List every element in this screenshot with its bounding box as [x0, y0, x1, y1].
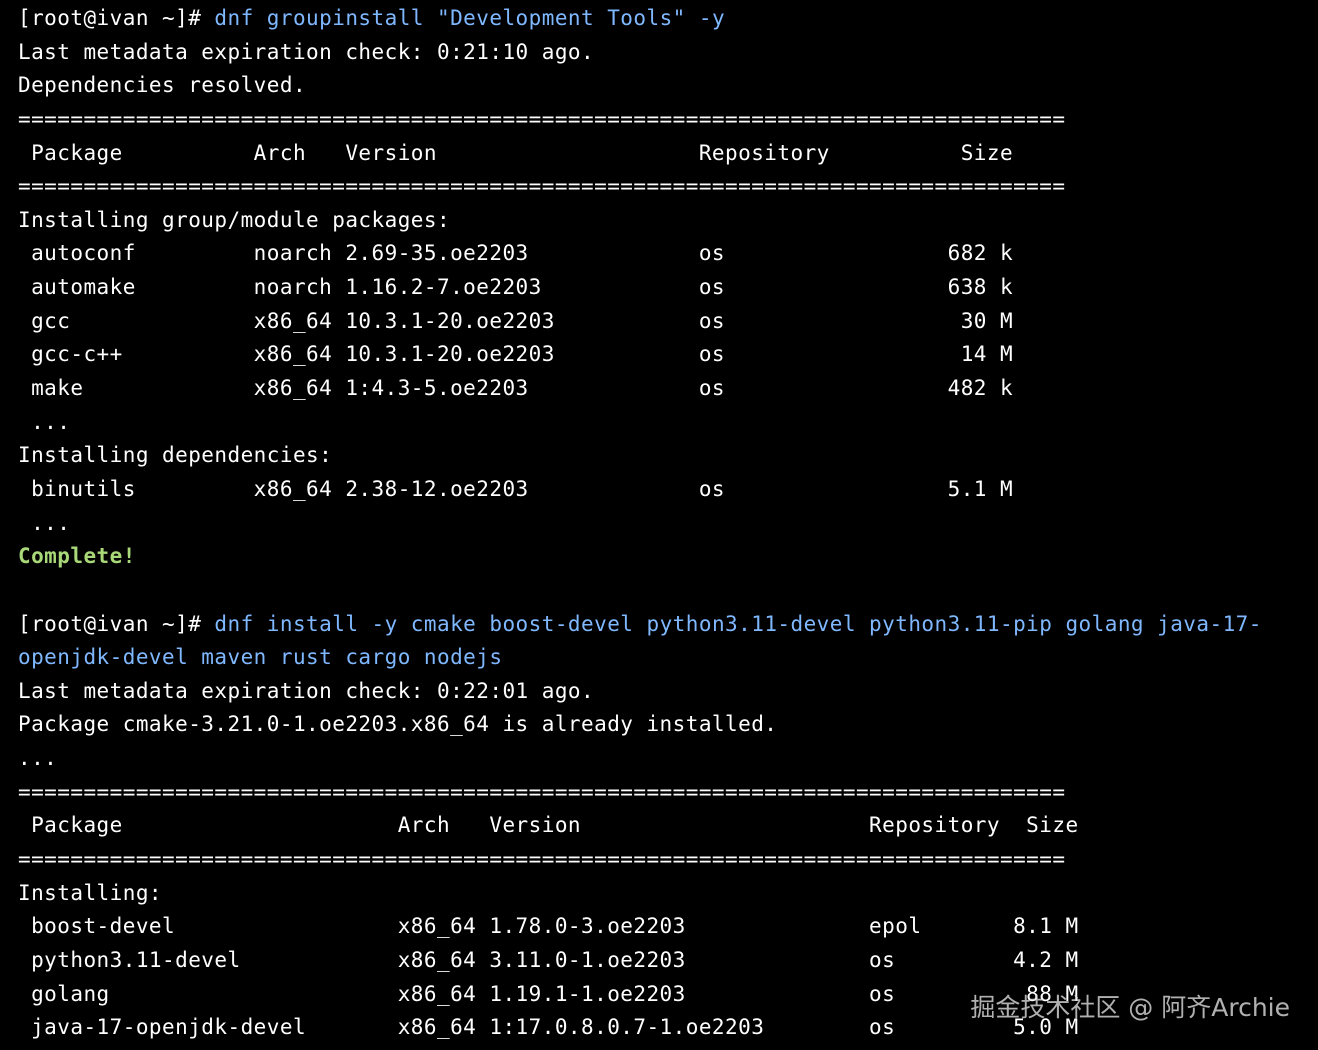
- complete-message: Complete!: [18, 544, 136, 569]
- terminal-line: [root@ivan ~]# dnf groupinstall "Develop…: [18, 2, 1262, 36]
- output-text: ...: [18, 510, 71, 535]
- terminal-line: openjdk-devel maven rust cargo nodejs: [18, 641, 1262, 675]
- output-text: ========================================…: [18, 106, 1066, 131]
- terminal-line: ========================================…: [18, 103, 1262, 137]
- output-text: Installing group/module packages:: [18, 207, 451, 232]
- terminal-line: Installing dependencies:: [18, 439, 1262, 473]
- terminal-line: gcc x86_64 10.3.1-20.oe2203 os 30 M: [18, 305, 1262, 339]
- output-text: gcc x86_64 10.3.1-20.oe2203 os 30 M: [18, 308, 1014, 333]
- terminal-line: ...: [18, 742, 1262, 776]
- output-text: gcc-c++ x86_64 10.3.1-20.oe2203 os 14 M: [18, 342, 1014, 367]
- terminal-line: Installing:: [18, 877, 1262, 911]
- terminal-line: python3.11-devel x86_64 3.11.0-1.oe2203 …: [18, 944, 1262, 978]
- terminal-line: binutils x86_64 2.38-12.oe2203 os 5.1 M: [18, 473, 1262, 507]
- output-text: automake noarch 1.16.2-7.oe2203 os 638 k: [18, 275, 1014, 300]
- terminal-line: Last metadata expiration check: 0:21:10 …: [18, 36, 1262, 70]
- terminal-line: Package Arch Version Repository Size: [18, 137, 1262, 171]
- terminal-line: [root@ivan ~]# dnf install -y cmake boos…: [18, 608, 1262, 642]
- output-text: Last metadata expiration check: 0:22:01 …: [18, 678, 595, 703]
- shell-prompt: [root@ivan ~]#: [18, 611, 215, 636]
- watermark: 掘金技术社区 @ 阿齐Archie: [970, 993, 1290, 1022]
- terminal-line: ========================================…: [18, 843, 1262, 877]
- output-text: ...: [18, 409, 71, 434]
- terminal-line: Installing group/module packages:: [18, 204, 1262, 238]
- output-text: java-17-openjdk-devel x86_64 1:17.0.8.0.…: [18, 1015, 1079, 1040]
- output-text: ========================================…: [18, 174, 1066, 199]
- output-text: Dependencies resolved.: [18, 73, 307, 98]
- output-text: ========================================…: [18, 847, 1066, 872]
- output-text: Installing dependencies:: [18, 443, 333, 468]
- terminal-line: Package cmake-3.21.0-1.oe2203.x86_64 is …: [18, 708, 1262, 742]
- terminal-line: Complete!: [18, 540, 1262, 574]
- terminal-line: ========================================…: [18, 776, 1262, 810]
- terminal-line: Last metadata expiration check: 0:22:01 …: [18, 675, 1262, 709]
- terminal-line: ...: [18, 406, 1262, 440]
- terminal-line: Dependencies resolved.: [18, 69, 1262, 103]
- shell-command: dnf install -y cmake boost-devel python3…: [214, 611, 1262, 636]
- shell-command: openjdk-devel maven rust cargo nodejs: [18, 645, 503, 670]
- output-text: binutils x86_64 2.38-12.oe2203 os 5.1 M: [18, 476, 1014, 501]
- shell-command: dnf groupinstall "Development Tools" -y: [214, 6, 726, 30]
- terminal-line: ========================================…: [18, 170, 1262, 204]
- output-text: ...: [18, 746, 58, 771]
- output-text: Package cmake-3.21.0-1.oe2203.x86_64 is …: [18, 712, 778, 737]
- terminal-line: automake noarch 1.16.2-7.oe2203 os 638 k: [18, 271, 1262, 305]
- terminal-output[interactable]: [root@ivan ~]# dnf groupinstall "Develop…: [18, 2, 1262, 1045]
- terminal-line: Package Arch Version Repository Size: [18, 809, 1262, 843]
- terminal-line: autoconf noarch 2.69-35.oe2203 os 682 k: [18, 237, 1262, 271]
- terminal-line: ...: [18, 507, 1262, 541]
- output-text: Package Arch Version Repository Size: [18, 813, 1079, 838]
- output-text: ========================================…: [18, 779, 1066, 804]
- output-text: Installing:: [18, 880, 163, 905]
- output-text: make x86_64 1:4.3-5.oe2203 os 482 k: [18, 376, 1014, 401]
- shell-prompt: [root@ivan ~]#: [18, 6, 215, 30]
- output-text: golang x86_64 1.19.1-1.oe2203 os 88 M: [18, 981, 1079, 1006]
- terminal-line: make x86_64 1:4.3-5.oe2203 os 482 k: [18, 372, 1262, 406]
- output-text: python3.11-devel x86_64 3.11.0-1.oe2203 …: [18, 947, 1079, 972]
- output-text: Package Arch Version Repository Size: [18, 140, 1014, 165]
- output-text: boost-devel x86_64 1.78.0-3.oe2203 epol …: [18, 914, 1079, 939]
- output-text: Last metadata expiration check: 0:21:10 …: [18, 39, 595, 64]
- terminal-line: gcc-c++ x86_64 10.3.1-20.oe2203 os 14 M: [18, 338, 1262, 372]
- output-text: autoconf noarch 2.69-35.oe2203 os 682 k: [18, 241, 1014, 266]
- terminal-line: boost-devel x86_64 1.78.0-3.oe2203 epol …: [18, 910, 1262, 944]
